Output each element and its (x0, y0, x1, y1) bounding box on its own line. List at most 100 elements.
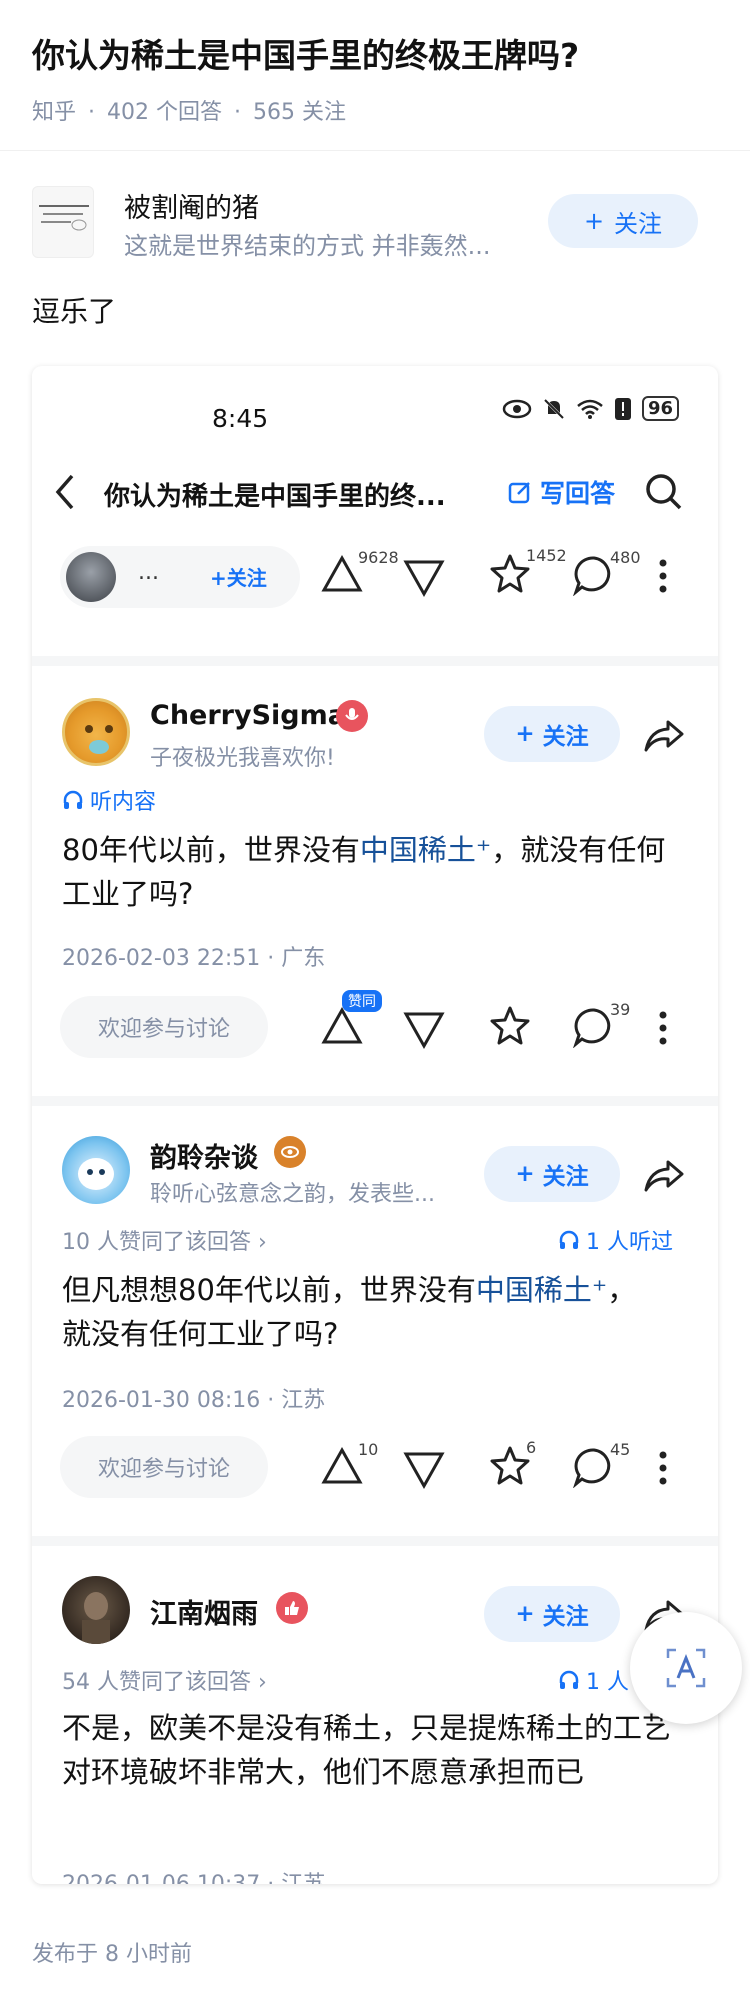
thumbs-up-badge-icon (276, 1592, 308, 1624)
author-avatar[interactable] (32, 186, 94, 258)
link-sparkle-icon: ⁺ (475, 833, 492, 867)
listen-content-button[interactable]: 听内容 (62, 784, 156, 816)
commenter-name[interactable]: CherrySigma (150, 700, 346, 731)
headphones-icon (559, 1670, 579, 1689)
comment-button[interactable]: 39 (572, 1000, 630, 1048)
mini-author-chip[interactable]: ... +关注 (60, 546, 300, 608)
comment-count: 480 (610, 548, 641, 567)
plus-icon: + (583, 207, 605, 235)
share-icon[interactable] (642, 718, 686, 754)
mini-follow-button[interactable]: +关注 (210, 562, 267, 591)
search-icon[interactable] (644, 472, 684, 512)
answers-count[interactable]: 402 个回答 (107, 100, 222, 125)
comment-input[interactable]: 欢迎参与讨论 (60, 1436, 268, 1498)
write-answer-button[interactable]: 写回答 (508, 474, 615, 510)
translate-a-icon (666, 1648, 706, 1688)
comment-input[interactable]: 欢迎参与讨论 (60, 996, 268, 1058)
author-signature: 这就是世界结束的方式 并非轰然... (124, 232, 491, 260)
listened-count[interactable]: 1 人 (558, 1664, 629, 1696)
comment-date: 2026-01-06 10:37 · 江苏 (62, 1866, 325, 1884)
more-icon[interactable] (658, 1010, 668, 1046)
star-button[interactable]: 1452 (488, 546, 567, 596)
header-divider (0, 150, 750, 151)
battery-level: 96 (642, 396, 680, 421)
comment-body: 80年代以前，世界没有中国稀土⁺，就没有任何工业了吗? (62, 828, 692, 916)
share-icon[interactable] (642, 1158, 686, 1194)
plus-icon: + (515, 1601, 535, 1627)
follow-label: 关注 (542, 724, 589, 750)
more-icon[interactable] (658, 558, 668, 594)
commenter-avatar[interactable] (62, 698, 130, 766)
commenter-name[interactable]: 韵聆杂谈 (150, 1136, 258, 1175)
downvote-triangle-icon[interactable] (402, 558, 446, 598)
wifi-icon (577, 399, 603, 419)
comment-button[interactable]: 480 (572, 548, 641, 596)
status-icons: 96 (502, 396, 680, 421)
follow-label: 关注 (542, 1604, 589, 1630)
comment-card: CherrySigma 子夜极光我喜欢你! + 关注 听内容 80年代以前，世界没… (32, 666, 718, 1096)
more-icon[interactable] (658, 1450, 668, 1486)
headphones-icon (63, 790, 83, 809)
follow-button[interactable]: + 关注 (484, 1146, 620, 1202)
comment-date: 2026-01-30 08:16 · 江苏 (62, 1388, 326, 1413)
screenshot-nav-title[interactable]: 你认为稀土是中国手里的终... (104, 476, 446, 513)
comment-body: 但凡想想80年代以前，世界没有中国稀土⁺，就没有任何工业了吗? (62, 1268, 662, 1356)
answer-image[interactable]: 8:45 96 你认为稀土是中国手里的终... 写回答 ... +关注 9628 (32, 366, 718, 1884)
liked-tag: 赞同 (342, 990, 382, 1012)
rare-earth-link[interactable]: 中国稀土 (360, 833, 476, 867)
comment-body: 不是，欧美不是没有稀土，只是提炼稀土的工艺对环境破坏非常大，他们不愿意承担而已 (62, 1711, 672, 1789)
followers-count: 565 关注 (253, 100, 347, 125)
follow-button[interactable]: + 关注 (484, 1586, 620, 1642)
star-icon[interactable] (488, 1004, 532, 1048)
upvote-button[interactable]: 10 (320, 1440, 378, 1486)
headphones-icon (559, 1230, 579, 1249)
question-title[interactable]: 你认为稀土是中国手里的终极王牌吗? (32, 32, 722, 80)
floating-assistant-button[interactable] (630, 1612, 742, 1724)
comment-button[interactable]: 45 (572, 1440, 630, 1488)
commenter-avatar[interactable] (62, 1136, 130, 1204)
comment-text: 但凡想想80年代以前，世界没有 (62, 1273, 476, 1307)
alert-icon (615, 397, 631, 420)
commenter-signature: 子夜极光我喜欢你! (150, 746, 335, 771)
mini-author-name: ... (138, 560, 159, 585)
downvote-triangle-icon[interactable] (402, 1450, 446, 1490)
rare-earth-link[interactable]: 中国稀土 (476, 1273, 592, 1307)
comment-count: 45 (610, 1440, 631, 1459)
upvote-triangle-icon (321, 1006, 363, 1044)
back-arrow-icon[interactable] (54, 474, 76, 510)
listened-count[interactable]: 1 人听过 (558, 1224, 673, 1256)
screenshot-header-panel: 8:45 96 你认为稀土是中国手里的终... 写回答 ... +关注 9628 (32, 366, 718, 656)
upvote-button[interactable]: 9628 (320, 548, 399, 594)
star-count: 6 (526, 1438, 537, 1457)
follow-button[interactable]: + 关注 (484, 706, 620, 762)
follow-author-button[interactable]: + 关注 (548, 194, 698, 248)
upvoted-summary[interactable]: 54 人赞同了该回答 › (62, 1664, 267, 1696)
commenter-signature: 聆听心弦意念之韵，发表些... (150, 1182, 435, 1207)
question-meta: 知乎 · 402 个回答 · 565 关注 (32, 100, 347, 125)
plus-icon: + (515, 721, 535, 747)
eye-icon (502, 399, 532, 418)
comment-count: 39 (610, 1000, 631, 1019)
listen-content-label: 听内容 (90, 790, 157, 815)
comment-card: 韵聆杂谈 聆听心弦意念之韵，发表些... + 关注 10 人赞同了该回答 › 1 … (32, 1106, 718, 1536)
mini-author-avatar (66, 552, 116, 602)
source-label[interactable]: 知乎 (32, 100, 76, 125)
follow-label: 关注 (542, 1164, 589, 1190)
star-button[interactable]: 6 (488, 1438, 536, 1488)
upvote-button[interactable] (320, 1006, 364, 1046)
upvote-count: 9628 (358, 548, 399, 567)
mute-bell-icon (543, 398, 565, 419)
published-time: 发布于 8 小时前 (32, 1942, 192, 1967)
listened-label: 1 人 (586, 1670, 629, 1695)
upvoted-summary[interactable]: 10 人赞同了该回答 › (62, 1224, 267, 1256)
author-name[interactable]: 被割阉的猪 (124, 186, 259, 225)
commenter-avatar[interactable] (62, 1576, 130, 1644)
comment-text: 80年代以前，世界没有 (62, 833, 360, 867)
commenter-name[interactable]: 江南烟雨 (150, 1592, 258, 1631)
comment-card: 江南烟雨 + 关注 54 人赞同了该回答 › 1 人 不是，欧美不是没有稀土，只是… (32, 1546, 718, 1884)
listened-label: 1 人听过 (586, 1230, 673, 1255)
status-time: 8:45 (212, 404, 269, 433)
star-count: 1452 (526, 546, 567, 565)
downvote-triangle-icon[interactable] (402, 1010, 446, 1050)
link-sparkle-icon: ⁺ (591, 1273, 608, 1307)
